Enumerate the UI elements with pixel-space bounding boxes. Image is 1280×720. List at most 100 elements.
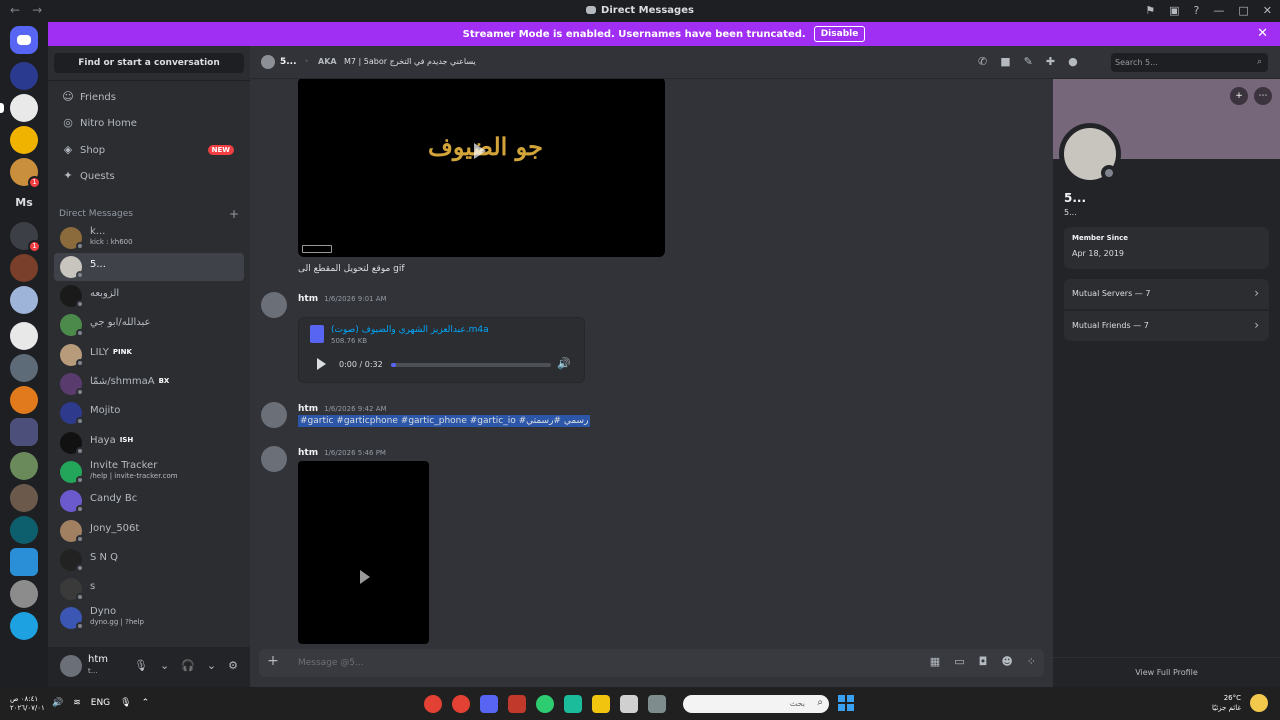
- file-link[interactable]: عبدالعزيز الشهري والضيوف (صوت).m4a: [331, 325, 489, 335]
- chevron-down-icon[interactable]: ⌄: [160, 659, 169, 672]
- server-icon-ms[interactable]: Ms: [10, 188, 38, 216]
- avatar[interactable]: [261, 292, 287, 318]
- nav-shop[interactable]: ◈ Shop NEW: [54, 138, 244, 162]
- server-icon[interactable]: 1: [10, 158, 41, 189]
- windows-start-icon[interactable]: [838, 695, 854, 711]
- close-window-icon[interactable]: ✕: [1263, 4, 1272, 17]
- gif-embed[interactable]: جو الضيوف: [298, 79, 665, 257]
- taskbar-search[interactable]: بحث ⌕: [683, 695, 829, 713]
- pin-icon[interactable]: ✎: [1024, 55, 1033, 68]
- volume-icon[interactable]: 🔊: [52, 698, 63, 708]
- maximize-icon[interactable]: □: [1238, 4, 1248, 17]
- server-icon[interactable]: [10, 418, 38, 446]
- weather-widget[interactable]: 26°C غائم جزئيًا: [1212, 693, 1241, 713]
- app-icon[interactable]: [536, 695, 554, 713]
- mutual-friends-row[interactable]: Mutual Friends — 7 ›: [1064, 311, 1269, 341]
- gift-icon[interactable]: ▦: [930, 655, 940, 668]
- server-icon[interactable]: [10, 548, 38, 576]
- minimize-icon[interactable]: —: [1213, 4, 1224, 17]
- nav-quests[interactable]: ✦ Quests: [54, 164, 244, 188]
- dm-item[interactable]: شمّا/shmmaA BX: [54, 370, 244, 398]
- audio-progress[interactable]: [391, 363, 551, 367]
- server-icon[interactable]: [10, 516, 38, 544]
- view-full-profile-button[interactable]: View Full Profile: [1053, 657, 1280, 687]
- dm-item[interactable]: Haya ISH: [54, 429, 244, 457]
- find-conversation-button[interactable]: Find or start a conversation: [54, 53, 244, 73]
- server-icon[interactable]: [10, 126, 38, 154]
- server-icon[interactable]: [10, 484, 38, 512]
- user-profile-icon[interactable]: ●: [1068, 55, 1078, 68]
- nav-nitro-home[interactable]: ◎ Nitro Home: [54, 111, 244, 135]
- more-options-icon[interactable]: ⋯: [1254, 87, 1272, 105]
- store-icon[interactable]: [620, 695, 638, 713]
- chrome-icon[interactable]: [452, 695, 470, 713]
- video-embed[interactable]: [298, 461, 429, 644]
- dm-item-selected[interactable]: 5...: [54, 253, 244, 281]
- play-icon[interactable]: [317, 358, 326, 370]
- server-icon[interactable]: [10, 580, 38, 608]
- gif-icon[interactable]: ▭: [954, 655, 964, 668]
- dm-item[interactable]: الزوبعه: [54, 282, 244, 310]
- server-icon[interactable]: [10, 612, 38, 640]
- server-icon[interactable]: [10, 254, 38, 282]
- sticker-icon[interactable]: ◘: [979, 655, 988, 668]
- dm-item[interactable]: Candy Bc: [54, 487, 244, 515]
- emoji-icon[interactable]: ☻: [1001, 655, 1012, 668]
- dm-item[interactable]: عبدالله/ابو جي: [54, 311, 244, 339]
- dm-item[interactable]: Dyno dyno.gg | ?help: [54, 604, 244, 632]
- server-icon[interactable]: [0, 94, 38, 122]
- inbox-icon[interactable]: ▣: [1169, 4, 1179, 17]
- language-indicator[interactable]: ENG: [91, 698, 110, 708]
- server-icon[interactable]: [10, 452, 38, 480]
- volume-icon[interactable]: 🔊: [557, 357, 571, 370]
- close-icon[interactable]: ✕: [1257, 26, 1268, 41]
- add-friend-icon[interactable]: ✚: [1046, 55, 1055, 68]
- microphone-icon[interactable]: 🎙: [134, 659, 148, 672]
- dm-item[interactable]: k... kick : kh600: [54, 224, 244, 252]
- dm-item[interactable]: Mojito: [54, 399, 244, 427]
- add-attachment-icon[interactable]: +: [266, 654, 280, 668]
- video-camera-icon[interactable]: ■: [1000, 55, 1010, 68]
- message-composer[interactable]: + Message @5... ▦ ▭ ◘ ☻ ⁘: [259, 649, 1044, 677]
- help-icon[interactable]: ?: [1194, 4, 1200, 17]
- headphones-icon[interactable]: 🎧: [181, 659, 195, 672]
- server-icon[interactable]: [10, 286, 38, 314]
- play-icon[interactable]: [360, 570, 370, 584]
- search-input[interactable]: Search 5... ⌕: [1111, 53, 1268, 72]
- clock[interactable]: ٠٨:٤١ ص ٢٠٢٦/٠٧/٠١: [10, 695, 45, 713]
- server-icon[interactable]: [10, 62, 38, 90]
- dm-item[interactable]: Jony_506t: [54, 517, 244, 545]
- plus-icon[interactable]: +: [229, 207, 239, 221]
- chevron-up-icon[interactable]: ⌃: [142, 698, 150, 708]
- phone-call-icon[interactable]: ✆: [978, 55, 987, 68]
- play-icon[interactable]: [474, 143, 486, 159]
- add-friend-icon[interactable]: +: [1230, 87, 1248, 105]
- dm-item[interactable]: LILY PINK: [54, 341, 244, 369]
- app-icon[interactable]: [508, 695, 526, 713]
- microphone-icon[interactable]: 🎙: [120, 698, 131, 708]
- home-button[interactable]: [10, 26, 38, 54]
- file-explorer-icon[interactable]: [592, 695, 610, 713]
- mutual-servers-row[interactable]: Mutual Servers — 7 ›: [1064, 279, 1269, 309]
- nav-friends[interactable]: ☺ Friends: [54, 85, 244, 109]
- disable-button[interactable]: Disable: [813, 26, 866, 42]
- server-icon[interactable]: [10, 354, 38, 382]
- app-icon[interactable]: [648, 695, 666, 713]
- avatar[interactable]: [261, 402, 287, 428]
- dm-item[interactable]: S N Q: [54, 546, 244, 574]
- dm-item[interactable]: Invite Tracker/help | invite-tracker.com: [54, 458, 244, 486]
- chrome-icon[interactable]: [424, 695, 442, 713]
- server-icon[interactable]: 1: [10, 222, 41, 253]
- wifi-icon[interactable]: ≋: [73, 698, 81, 708]
- avatar[interactable]: [60, 655, 82, 677]
- server-icon[interactable]: [10, 322, 38, 350]
- server-icon[interactable]: [10, 386, 38, 414]
- settings-gear-icon[interactable]: ⚙: [228, 659, 238, 672]
- flag-icon[interactable]: ⚑: [1145, 4, 1155, 17]
- discord-icon[interactable]: [480, 695, 498, 713]
- app-icon[interactable]: [564, 695, 582, 713]
- avatar[interactable]: [261, 446, 287, 472]
- dm-item[interactable]: s: [54, 575, 244, 603]
- chevron-down-icon[interactable]: ⌄: [207, 659, 216, 672]
- apps-icon[interactable]: ⁘: [1027, 655, 1036, 668]
